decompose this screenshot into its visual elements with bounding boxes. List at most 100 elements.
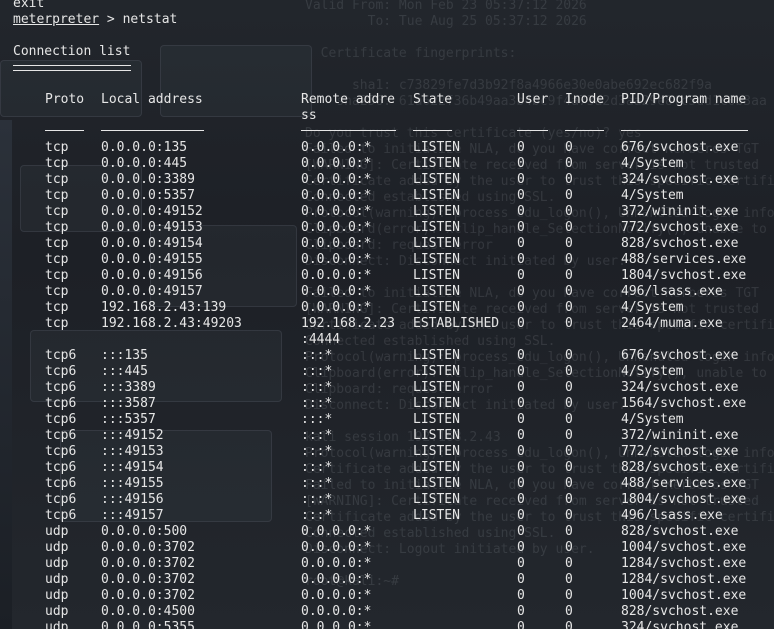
- cell-remote-address-cont: :4444: [301, 332, 341, 347]
- cell-remote-address: :::*: [301, 508, 333, 523]
- cell-state: LISTEN: [413, 236, 460, 251]
- cell-local-address: 0.0.0.0:49154: [101, 236, 203, 251]
- table-row: tcp6:::49156:::* LISTEN 0 0 1804/svchost.exe: [0, 492, 774, 508]
- cell-local-address: 0.0.0.0:49153: [101, 220, 203, 235]
- command-text: netstat: [122, 12, 178, 27]
- cell-local-address: 0.0.0.0:3702: [101, 572, 195, 587]
- cell-inode: 0: [565, 300, 573, 315]
- cell-pid-program: 828/svchost.exe: [621, 460, 739, 475]
- cell-proto: tcp6: [45, 364, 77, 379]
- cell-state: LISTEN: [413, 140, 460, 155]
- cell-user: 0: [517, 364, 525, 379]
- cell-inode: 0: [565, 412, 573, 427]
- cell-inode: 0: [565, 364, 573, 379]
- cell-pid-program: 372/wininit.exe: [621, 204, 739, 219]
- cell-remote-address: 0.0.0.0:*: [301, 284, 372, 299]
- cell-inode: 0: [565, 252, 573, 267]
- header-inode: Inode: [565, 92, 605, 107]
- table-row: tcp6:::135:::* LISTEN 0 0 676/svchost.exe: [0, 348, 774, 364]
- cell-remote-address: 0.0.0.0:*: [301, 588, 372, 603]
- cell-proto: tcp6: [45, 428, 77, 443]
- cell-state: LISTEN: [413, 220, 460, 235]
- cell-pid-program: 324/svchost.exe: [621, 172, 739, 187]
- table-row: tcp6:::3587:::* LISTEN 0 0 1564/svchost.exe: [0, 396, 774, 412]
- cell-remote-address: :::*: [301, 428, 333, 443]
- cell-user: 0: [517, 524, 525, 539]
- header-separator: [101, 130, 204, 131]
- cell-remote-address: :::*: [301, 444, 333, 459]
- cell-pid-program: 1004/svchost.exe: [621, 588, 747, 603]
- cell-remote-address: :::*: [301, 412, 333, 427]
- cell-remote-address: :::*: [301, 364, 333, 379]
- cell-proto: udp: [45, 540, 69, 555]
- table-row: tcp 0.0.0.0:49156 0.0.0.0:* LISTEN 0 0 1804/sv…: [0, 268, 774, 284]
- cell-pid-program: 1284/svchost.exe: [621, 556, 747, 571]
- cell-remote-address: 0.0.0.0:*: [301, 188, 372, 203]
- cell-pid-program: 488/services.exe: [621, 252, 747, 267]
- cell-inode: 0: [565, 316, 573, 331]
- cell-proto: tcp: [45, 300, 69, 315]
- cell-remote-address: 192.168.2.23: [301, 316, 395, 331]
- table-row: tcp 0.0.0.0:5357 0.0.0.0:* LISTEN 0 0 4/System: [0, 188, 774, 204]
- cell-user: 0: [517, 428, 525, 443]
- exit-line: exit: [13, 0, 45, 11]
- cell-proto: udp: [45, 588, 69, 603]
- cell-proto: tcp6: [45, 492, 77, 507]
- cell-state: LISTEN: [413, 172, 460, 187]
- cell-remote-address: :::*: [301, 396, 333, 411]
- cell-inode: 0: [565, 172, 573, 187]
- cell-proto: tcp: [45, 236, 69, 251]
- cell-user: 0: [517, 220, 525, 235]
- background-text-line: To: Tue Aug 25 05:37:12 2026: [305, 14, 587, 29]
- cell-local-address: 0.0.0.0:3702: [101, 556, 195, 571]
- cell-pid-program: 772/svchost.exe: [621, 444, 739, 459]
- cell-remote-address: 0.0.0.0:*: [301, 524, 372, 539]
- cell-inode: 0: [565, 156, 573, 171]
- table-row: udp 0.0.0.0:3702 0.0.0.0:* 0 0 1284/svchost.e…: [0, 556, 774, 572]
- cell-inode: 0: [565, 268, 573, 283]
- cell-user: 0: [517, 556, 525, 571]
- table-row: tcp6:::49154:::* LISTEN 0 0 828/svchost.exe: [0, 460, 774, 476]
- cell-remote-address: 0.0.0.0:*: [301, 140, 372, 155]
- cell-local-address: 0.0.0.0:5355: [101, 620, 195, 629]
- table-row: udp 0.0.0.0:3702 0.0.0.0:* 0 0 1004/svchost.e…: [0, 540, 774, 556]
- cell-remote-address: :::*: [301, 492, 333, 507]
- cell-local-address: :::49152: [101, 428, 164, 443]
- cell-proto: tcp: [45, 140, 69, 155]
- cell-inode: 0: [565, 460, 573, 475]
- cell-user: 0: [517, 236, 525, 251]
- header-separator: [45, 130, 84, 131]
- cell-remote-address: 0.0.0.0:*: [301, 172, 372, 187]
- cell-pid-program: 496/lsass.exe: [621, 284, 723, 299]
- table-row: tcp6:::49157:::* LISTEN 0 0 496/lsass.exe: [0, 508, 774, 524]
- cell-user: 0: [517, 508, 525, 523]
- cell-remote-address: :::*: [301, 476, 333, 491]
- command-line: meterpreter > netstat: [13, 12, 177, 28]
- table-row: tcp6:::5357:::* LISTEN 0 0 4/System: [0, 412, 774, 428]
- cell-user: 0: [517, 316, 525, 331]
- cell-user: 0: [517, 460, 525, 475]
- cell-local-address: 192.168.2.43:49203: [101, 316, 242, 331]
- cell-user: 0: [517, 572, 525, 587]
- header-state: State: [413, 92, 453, 107]
- cell-user: 0: [517, 588, 525, 603]
- cell-state: LISTEN: [413, 476, 460, 491]
- cell-local-address: 0.0.0.0:445: [101, 156, 188, 171]
- cell-inode: 0: [565, 220, 573, 235]
- table-row: tcp6:::49155:::* LISTEN 0 0 488/services.exe: [0, 476, 774, 492]
- cell-remote-address: 0.0.0.0:*: [301, 204, 372, 219]
- terminal-window[interactable]: Valid From: Mon Feb 23 05:37:12 2026 To:…: [0, 0, 774, 629]
- cell-user: 0: [517, 204, 525, 219]
- cell-pid-program: 828/svchost.exe: [621, 604, 739, 619]
- cell-remote-address: 0.0.0.0:*: [301, 236, 372, 251]
- header-separator: [621, 130, 748, 131]
- cell-local-address: :::135: [101, 348, 148, 363]
- cell-proto: tcp: [45, 284, 69, 299]
- cell-user: 0: [517, 492, 525, 507]
- cell-user: 0: [517, 188, 525, 203]
- cell-pid-program: 828/svchost.exe: [621, 524, 739, 539]
- cell-local-address: :::3587: [101, 396, 156, 411]
- cell-user: 0: [517, 348, 525, 363]
- cell-pid-program: 1804/svchost.exe: [621, 268, 747, 283]
- cell-pid-program: 4/System: [621, 188, 684, 203]
